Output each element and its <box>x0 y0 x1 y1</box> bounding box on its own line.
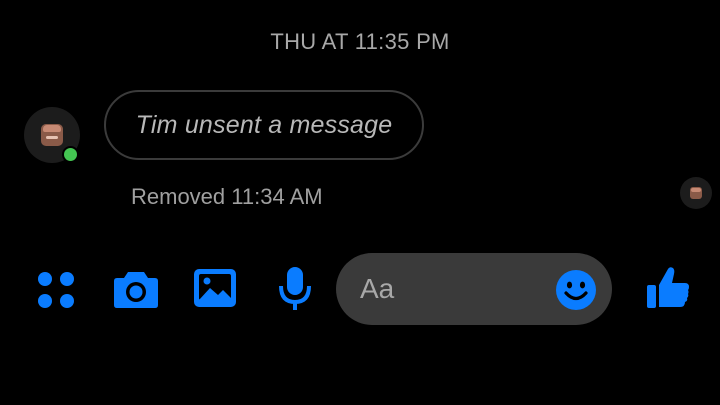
unsent-message-text: Tim unsent a message <box>135 110 393 139</box>
gallery-icon[interactable] <box>193 268 237 308</box>
online-status-indicator <box>62 146 79 163</box>
conversation-timestamp: THU AT 11:35 PM <box>270 29 450 54</box>
removed-timestamp: Removed 11:34 AM <box>131 184 323 209</box>
seen-avatar-image <box>690 187 702 199</box>
message-input[interactable] <box>360 253 550 325</box>
mic-icon[interactable] <box>278 266 312 312</box>
seen-receipt-avatar <box>680 177 712 209</box>
unsent-message-bubble[interactable]: Tim unsent a message <box>104 90 424 160</box>
avatar-image <box>41 124 63 146</box>
camera-icon[interactable] <box>113 268 159 310</box>
menu-icon[interactable] <box>36 270 76 310</box>
emoji-icon[interactable] <box>556 270 596 310</box>
like-icon[interactable] <box>646 266 690 310</box>
